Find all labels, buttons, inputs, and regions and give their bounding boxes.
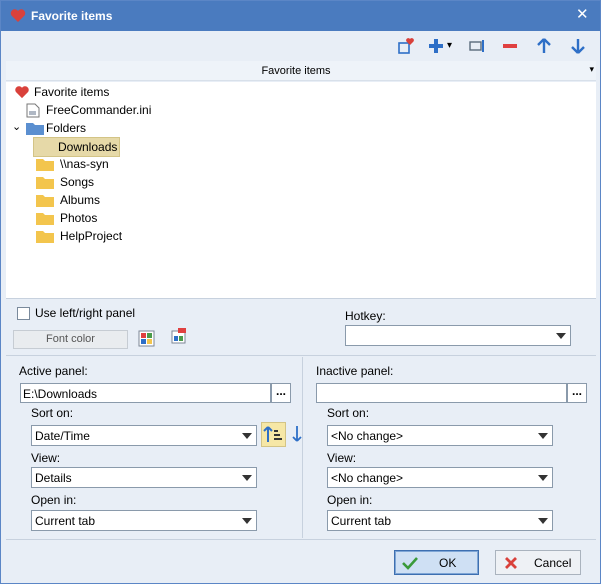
folder-icon bbox=[36, 159, 54, 171]
active-browse-button[interactable]: ... bbox=[271, 383, 291, 403]
cancel-x-icon bbox=[505, 557, 517, 569]
active-open-label: Open in: bbox=[31, 493, 77, 507]
cancel-label: Cancel bbox=[534, 556, 572, 570]
add-icon[interactable] bbox=[426, 36, 446, 56]
font-color-button[interactable]: Font color bbox=[13, 330, 128, 349]
edit-item-icon[interactable] bbox=[467, 36, 487, 56]
active-sort-select[interactable]: Date/Time bbox=[31, 425, 257, 446]
tree-item-label: Folders bbox=[46, 121, 87, 135]
inactive-view-label: View: bbox=[327, 451, 357, 465]
inactive-browse-button[interactable]: ... bbox=[567, 383, 587, 403]
folder-icon bbox=[36, 195, 54, 207]
close-icon[interactable]: ✕ bbox=[576, 7, 589, 22]
hotkey-select[interactable] bbox=[345, 325, 571, 346]
move-up-icon[interactable] bbox=[534, 36, 554, 56]
inactive-open-value: Current tab bbox=[331, 514, 392, 528]
toolbar: ▾ bbox=[6, 32, 596, 61]
active-sort-label: Sort on: bbox=[31, 406, 74, 420]
active-open-value: Current tab bbox=[35, 514, 96, 528]
folder-label: Albums bbox=[60, 193, 101, 207]
tree-column-header[interactable]: Favorite items ▾ bbox=[6, 61, 596, 81]
divider bbox=[6, 298, 596, 299]
chevron-down-icon bbox=[556, 333, 566, 339]
folder-label: Photos bbox=[60, 211, 98, 225]
column-menu-icon[interactable]: ▾ bbox=[589, 64, 594, 75]
inactive-sort-label: Sort on: bbox=[327, 406, 370, 420]
use-panel-label: Use left/right panel bbox=[35, 306, 136, 320]
sort-ascending-icon[interactable] bbox=[261, 422, 286, 447]
window-title: Favorite items bbox=[31, 9, 113, 23]
color-palette-icon[interactable] bbox=[138, 330, 155, 347]
reset-color-icon[interactable] bbox=[170, 327, 188, 345]
ini-file-icon bbox=[26, 103, 40, 118]
new-favorite-icon[interactable] bbox=[396, 36, 416, 56]
chevron-down-icon bbox=[538, 475, 548, 481]
tree-root-label: Favorite items bbox=[34, 85, 110, 99]
divider bbox=[6, 539, 596, 540]
folder-label: Songs bbox=[60, 175, 95, 189]
favorites-tree: Favorite items FreeCommander.ini ⌄ Folde… bbox=[6, 82, 596, 298]
add-dropdown-icon[interactable]: ▾ bbox=[447, 40, 452, 51]
active-view-label: View: bbox=[31, 451, 61, 465]
heart-icon bbox=[15, 86, 29, 99]
hotkey-label: Hotkey: bbox=[345, 309, 386, 323]
inactive-panel-title: Inactive panel: bbox=[316, 364, 394, 378]
panel-divider bbox=[302, 357, 303, 538]
use-panel-checkbox[interactable] bbox=[17, 307, 30, 320]
ok-button[interactable]: OK bbox=[394, 550, 479, 575]
title-bar: Favorite items ✕ bbox=[1, 1, 600, 31]
chevron-down-icon bbox=[242, 518, 252, 524]
inactive-open-select[interactable]: Current tab bbox=[327, 510, 553, 531]
active-open-select[interactable]: Current tab bbox=[31, 510, 257, 531]
folder-label: \\nas-syn bbox=[60, 157, 109, 171]
column-header-label: Favorite items bbox=[261, 65, 331, 77]
active-sort-value: Date/Time bbox=[35, 429, 90, 443]
folder-label: Downloads bbox=[33, 137, 121, 157]
folder-label: HelpProject bbox=[60, 229, 123, 243]
folder-icon bbox=[36, 231, 54, 243]
active-view-select[interactable]: Details bbox=[31, 467, 257, 488]
active-path-value: E:\Downloads bbox=[23, 387, 98, 401]
inactive-sort-select[interactable]: <No change> bbox=[327, 425, 553, 446]
chevron-down-icon bbox=[538, 518, 548, 524]
folder-icon bbox=[26, 123, 44, 135]
sort-direction-icon[interactable] bbox=[291, 424, 303, 444]
cancel-button[interactable]: Cancel bbox=[495, 550, 581, 575]
active-path-input[interactable]: E:\Downloads bbox=[20, 383, 271, 403]
move-down-icon[interactable] bbox=[568, 36, 588, 56]
favorite-items-dialog: Favorite items ✕ ▾ Favorite items ▾ Favo… bbox=[0, 0, 601, 584]
inactive-path-input[interactable] bbox=[316, 383, 567, 403]
chevron-down-icon bbox=[242, 475, 252, 481]
remove-icon[interactable] bbox=[500, 36, 520, 56]
chevron-down-icon[interactable]: ⌄ bbox=[12, 118, 21, 136]
chevron-down-icon bbox=[242, 433, 252, 439]
active-view-value: Details bbox=[35, 471, 72, 485]
checkmark-icon bbox=[402, 557, 418, 570]
ok-label: OK bbox=[439, 556, 457, 570]
inactive-view-value: <No change> bbox=[331, 471, 404, 485]
chevron-down-icon bbox=[538, 433, 548, 439]
tree-item-label: FreeCommander.ini bbox=[46, 103, 152, 117]
inactive-sort-value: <No change> bbox=[331, 429, 404, 443]
divider bbox=[6, 355, 596, 356]
heart-icon bbox=[10, 9, 26, 22]
inactive-view-select[interactable]: <No change> bbox=[327, 467, 553, 488]
folder-icon bbox=[36, 177, 54, 189]
active-panel-title: Active panel: bbox=[19, 364, 88, 378]
inactive-open-label: Open in: bbox=[327, 493, 373, 507]
folder-icon bbox=[36, 213, 54, 225]
